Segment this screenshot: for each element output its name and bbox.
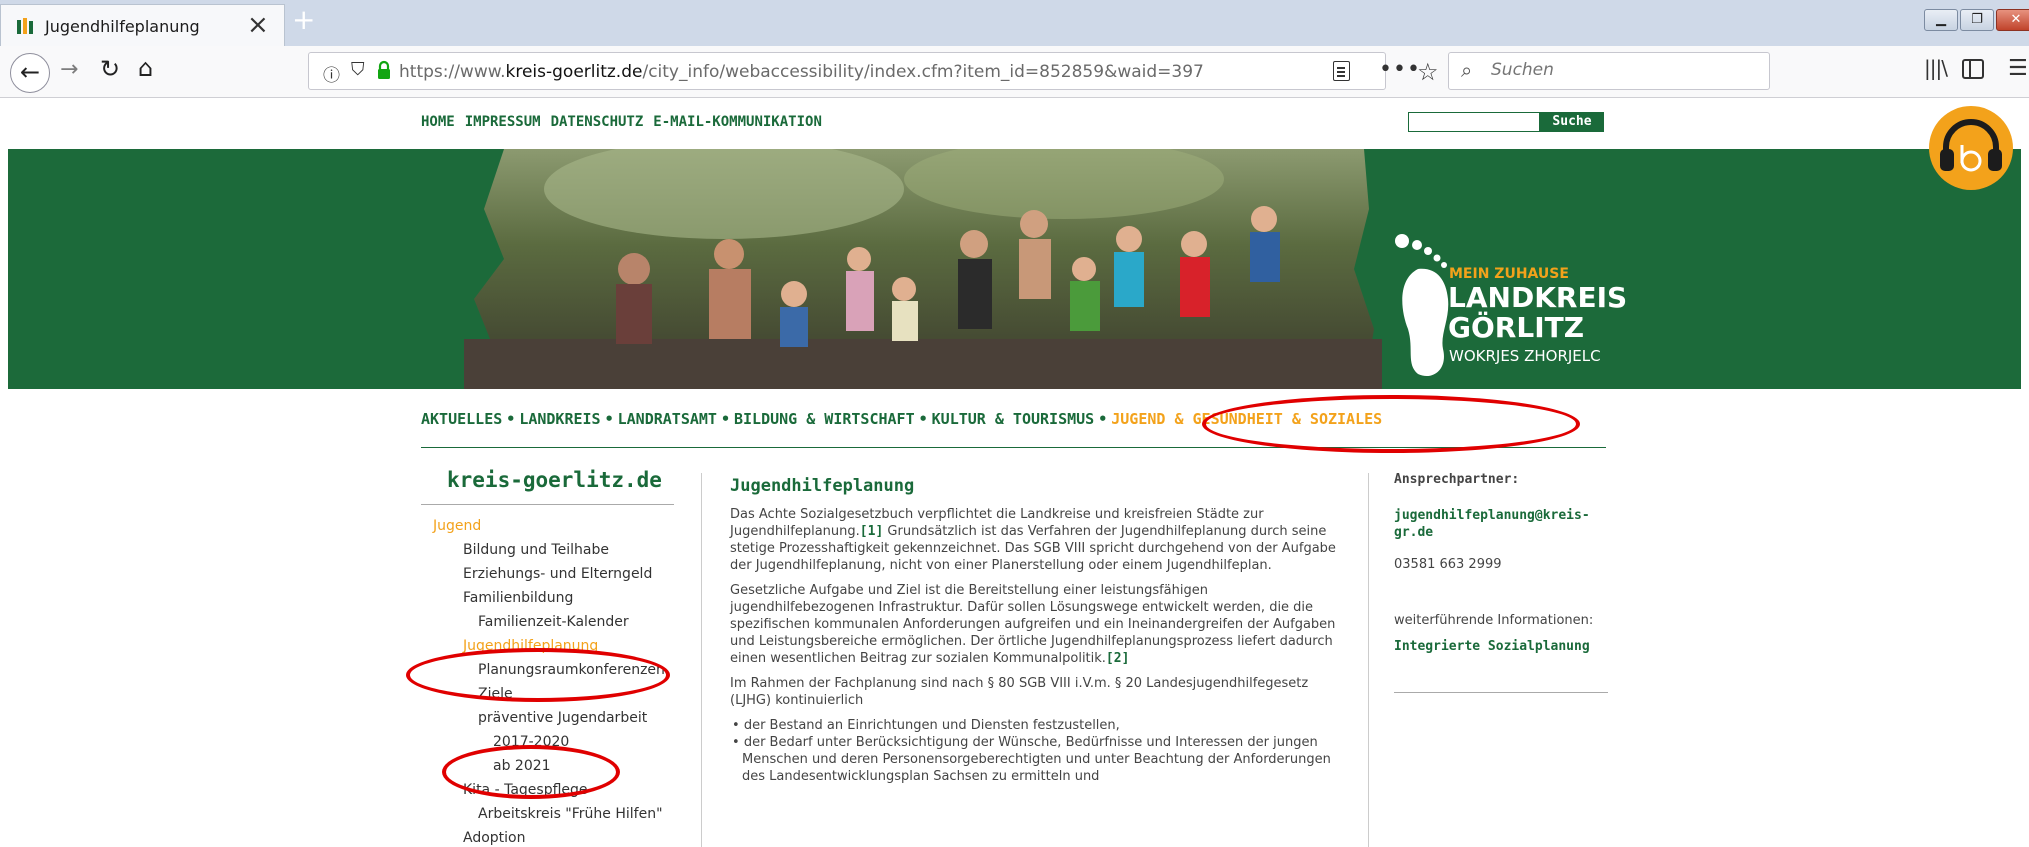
browser-search-input[interactable]: [1491, 60, 1751, 80]
shield-icon[interactable]: ⛉: [351, 59, 365, 80]
mainnav-aktuelles[interactable]: AKTUELLES: [421, 410, 502, 428]
integrierte-sozialplanung-link[interactable]: Integrierte Sozialplanung: [1394, 639, 1608, 654]
mainnav-kultur-tourismus[interactable]: KULTUR & TOURISMUS: [932, 410, 1095, 428]
paragraph-text: Gesetzliche Aufgabe und Ziel ist die Ber…: [730, 583, 1336, 666]
topnav-datenschutz-link[interactable]: DATENSCHUTZ: [551, 114, 644, 130]
browser-tab-strip: Jugendhilfeplanung × + ▁ ❐ ✕: [0, 0, 2029, 46]
mainnav-separator: •: [604, 410, 614, 428]
forward-icon[interactable]: →: [60, 57, 78, 82]
contact-email-link[interactable]: jugendhilfeplanung@kreis-gr.de: [1394, 507, 1608, 541]
further-info-label: weiterführende Informationen:: [1394, 613, 1594, 628]
sidebar-item-familienzeit-kalender[interactable]: Familienzeit-Kalender: [478, 614, 629, 630]
bookmark-star-icon[interactable]: ☆: [1417, 58, 1439, 86]
top-navigation: HOME IMPRESSUM DATENSCHUTZ E-MAIL-KOMMUNIKA…: [421, 114, 832, 130]
site-favicon-icon: [17, 18, 33, 34]
brand-name-line2: GÖRLITZ: [1448, 311, 1585, 344]
sidebar-item-fruehe-hilfen[interactable]: Arbeitskreis "Frühe Hilfen": [478, 806, 663, 822]
library-icon[interactable]: |||\: [1924, 56, 1948, 80]
paragraph-goal: Gesetzliche Aufgabe und Ziel ist die Ber…: [730, 582, 1340, 667]
site-search-input[interactable]: [1408, 112, 1540, 132]
sidebar-item-jugend[interactable]: Jugend: [433, 518, 481, 534]
brand-tagline: MEIN ZUHAUSE: [1449, 266, 1569, 282]
brand-name-line1: LANDKREIS: [1448, 281, 1628, 314]
sidebar-item-adoption[interactable]: Adoption: [463, 830, 526, 846]
footnote-link[interactable]: [2]: [1106, 651, 1129, 666]
sidebar-item-praeventive-jugendarbeit[interactable]: präventive Jugendarbeit: [478, 710, 647, 726]
mainnav-separator: •: [1098, 410, 1108, 428]
mainnav-separator: •: [918, 410, 928, 428]
window-minimize-button[interactable]: ▁: [1924, 9, 1958, 31]
restore-icon: ❐: [1971, 12, 1983, 27]
paragraph-intro: Das Achte Sozialgesetzbuch verpflichtet …: [730, 506, 1340, 574]
sidebar-icon[interactable]: [1962, 59, 1984, 79]
topnav-impressum-link[interactable]: IMPRESSUM: [465, 114, 541, 130]
header-banner: MEIN ZUHAUSE LANDKREIS GÖRLITZ WOKRJES Z…: [8, 149, 2021, 389]
sidebar-divider: [1394, 692, 1608, 693]
sidebar-divider: [421, 504, 674, 505]
task-list: • der Bestand an Einrichtungen und Diens…: [730, 717, 1340, 785]
minimize-icon: ▁: [1936, 12, 1946, 27]
sidebar-item-bildung-teilhabe[interactable]: Bildung und Teilhabe: [463, 542, 609, 558]
new-tab-icon[interactable]: +: [292, 4, 315, 36]
banner-photo: [464, 149, 1382, 389]
window-close-button[interactable]: ✕: [1996, 9, 2029, 31]
column-divider: [701, 473, 702, 847]
tab-close-icon[interactable]: ×: [247, 11, 269, 39]
topnav-home-link[interactable]: HOME: [421, 114, 455, 130]
contact-heading: Ansprechpartner:: [1394, 472, 1520, 487]
list-item: • der Bedarf unter Berücksichtigung der …: [730, 734, 1340, 785]
paragraph-framework: Im Rahmen der Fachplanung sind nach § 80…: [730, 676, 1309, 708]
column-divider: [1368, 473, 1369, 847]
window-maximize-button[interactable]: ❐: [1960, 9, 1994, 31]
list-item-text: der Bedarf unter Berücksichtigung der Wü…: [742, 735, 1331, 784]
list-item-text: der Bestand an Einrichtungen und Dienste…: [743, 718, 1120, 733]
main-content: Jugendhilfeplanung Das Achte Sozialgeset…: [730, 476, 1340, 785]
web-page: HOME IMPRESSUM DATENSCHUTZ E-MAIL-KOMMUNIKA…: [0, 98, 2029, 847]
bullet-glyph: •: [732, 735, 740, 750]
sidebar-item-familienbildung[interactable]: Familienbildung: [463, 590, 573, 606]
lock-icon[interactable]: [377, 60, 391, 80]
list-item: • der Bestand an Einrichtungen und Diens…: [730, 717, 1340, 734]
info-icon[interactable]: ⓘ: [323, 61, 340, 86]
search-icon: ⌕: [1461, 58, 1473, 82]
close-icon: ✕: [2010, 12, 2022, 27]
page-title: Jugendhilfeplanung: [730, 476, 915, 496]
mainnav-separator: •: [506, 410, 516, 428]
browser-toolbar: ← → ↻ ⌂ ⓘ ⛉ https://www.kreis-goerlitz.d…: [0, 46, 2029, 98]
url-text[interactable]: https://www.kreis-goerlitz.de/city_info/…: [399, 62, 1204, 82]
browser-search-bar[interactable]: ⌕: [1448, 52, 1770, 90]
contact-sidebar: Ansprechpartner: jugendhilfeplanung@krei…: [1394, 472, 1608, 693]
contact-phone: 03581 663 2999: [1394, 557, 1502, 572]
home-icon[interactable]: ⌂: [138, 54, 153, 82]
page-actions-more-icon[interactable]: •••: [1379, 57, 1421, 82]
mainnav-separator: •: [720, 410, 730, 428]
menu-icon[interactable]: ☰: [2008, 56, 2028, 81]
mainnav-landkreis[interactable]: LANDKREIS: [519, 410, 600, 428]
mainnav-landratsamt[interactable]: LANDRATSAMT: [618, 410, 717, 428]
site-search-button[interactable]: Suche: [1540, 112, 1604, 132]
address-bar[interactable]: ⓘ ⛉ https://www.kreis-goerlitz.de/city_i…: [308, 52, 1439, 90]
sidebar-site-title[interactable]: kreis-goerlitz.de: [447, 468, 662, 492]
footnote-link[interactable]: [1]: [860, 524, 883, 539]
bullet-glyph: •: [732, 718, 740, 733]
headphones-readspeaker-icon[interactable]: [1928, 105, 2014, 191]
annotation-oval-ab-2021: [442, 745, 620, 799]
sidebar-item-erziehungsgeld[interactable]: Erziehungs- und Elterngeld: [463, 566, 652, 582]
mainnav-bildung-wirtschaft[interactable]: BILDUNG & WIRTSCHAFT: [734, 410, 915, 428]
annotation-oval-mainnav: [1202, 395, 1580, 453]
reader-view-icon[interactable]: [1333, 61, 1350, 81]
reload-icon[interactable]: ↻: [100, 55, 120, 83]
annotation-oval-jugendhilfeplanung: [406, 648, 670, 702]
browser-tab[interactable]: Jugendhilfeplanung ×: [0, 4, 285, 46]
brand-subtitle: WOKRJES ZHORJELC: [1449, 347, 1601, 365]
tab-title: Jugendhilfeplanung: [45, 17, 200, 36]
back-icon[interactable]: ←: [10, 53, 50, 93]
topnav-email-link[interactable]: E-MAIL-KOMMUNIKATION: [653, 114, 822, 130]
